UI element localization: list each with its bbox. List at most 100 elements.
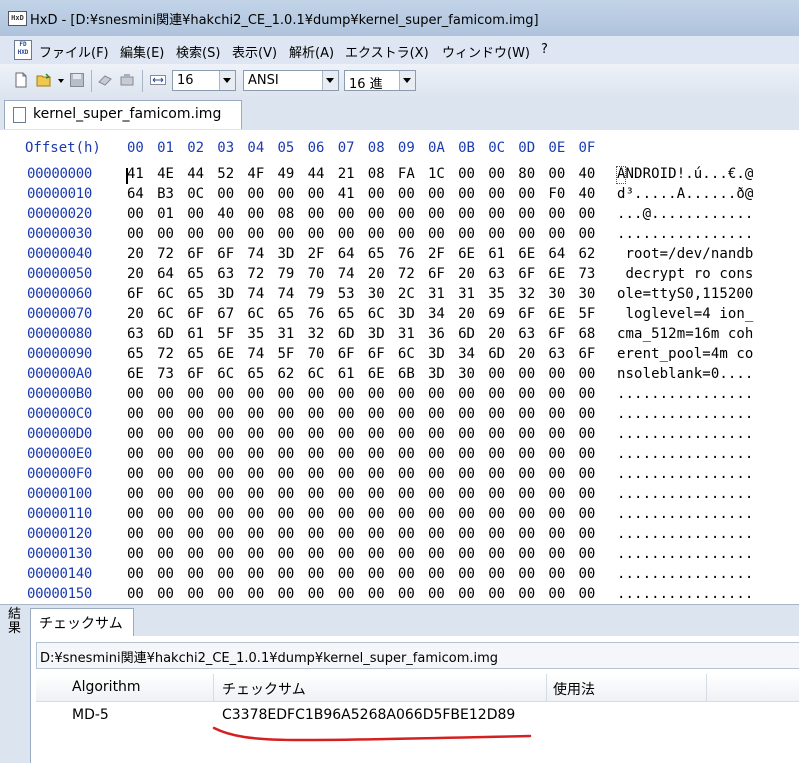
hex-byte[interactable]: 41 [338,186,355,202]
hex-byte[interactable]: 00 [217,466,234,482]
hex-byte[interactable]: 00 [308,486,325,502]
hex-byte[interactable]: 00 [308,546,325,562]
hex-byte[interactable]: 00 [368,226,385,242]
hex-byte[interactable]: 00 [458,526,475,542]
hex-row[interactable]: 00000140 00 00 00 00 00 00 00 00 00 00 00 00 00 00 00 00… [0,566,799,586]
hex-byte[interactable]: 20 [368,266,385,282]
hex-byte[interactable]: 3D [368,326,385,342]
hex-byte[interactable]: 00 [428,186,445,202]
ascii-text[interactable]: decrypt ro cons [617,266,754,282]
hex-byte[interactable]: 6E [518,246,535,262]
hex-byte[interactable]: 62 [579,246,596,262]
hex-byte[interactable]: 64 [548,246,565,262]
hex-byte[interactable]: 00 [157,406,174,422]
hex-byte[interactable]: 00 [308,506,325,522]
hex-byte[interactable]: 74 [247,286,264,302]
hex-byte[interactable]: 00 [187,506,204,522]
hex-byte[interactable]: 00 [247,406,264,422]
hex-byte[interactable]: 6E [458,246,475,262]
hex-byte[interactable]: 00 [217,506,234,522]
hex-byte[interactable]: 00 [488,186,505,202]
hex-byte[interactable]: 00 [187,406,204,422]
ascii-text[interactable]: d³.....A......ð@ [617,186,753,202]
hex-byte[interactable]: 00 [579,406,596,422]
hex-byte[interactable]: 32 [518,286,535,302]
hex-byte[interactable]: 74 [247,346,264,362]
hex-row[interactable]: 000000A0 6E 73 6F 6C 65 62 6C 61 6E 6B 3D 30 00 00 00 00… [0,366,799,386]
hex-byte[interactable]: 00 [368,506,385,522]
ascii-text[interactable]: ................ [617,446,753,462]
hex-byte[interactable]: 00 [338,566,355,582]
hex-row[interactable]: 00000150 00 00 00 00 00 00 00 00 00 00 00 00 00 00 00 00… [0,586,799,606]
hex-byte[interactable]: 00 [368,486,385,502]
hex-byte[interactable]: 67 [217,306,234,322]
hex-byte[interactable]: 00 [548,426,565,442]
hex-byte[interactable]: 31 [278,326,295,342]
column-checksum[interactable]: チェックサム [222,679,306,699]
hex-byte[interactable]: 00 [398,226,415,242]
hex-byte[interactable]: 00 [127,566,144,582]
hex-byte[interactable]: 00 [217,486,234,502]
hex-byte[interactable]: 00 [398,566,415,582]
ascii-text[interactable]: ................ [617,566,753,582]
ascii-text[interactable]: ...@............ [617,206,753,222]
ascii-text[interactable]: ................ [617,546,753,562]
ascii-text[interactable]: nsoleblank=0.... [617,366,753,382]
hex-byte[interactable]: 00 [127,386,144,402]
hex-byte[interactable]: 5F [217,326,234,342]
hex-byte[interactable]: 68 [579,326,596,342]
hex-byte[interactable]: 00 [247,586,264,602]
menu-file[interactable]: ファイル(F) [39,42,109,61]
hex-byte[interactable]: 6C [157,306,174,322]
hex-byte[interactable]: 00 [548,226,565,242]
hex-byte[interactable]: 00 [308,206,325,222]
hex-byte[interactable]: 00 [518,366,535,382]
hex-byte[interactable]: 00 [488,466,505,482]
hex-byte[interactable]: 00 [338,526,355,542]
chevron-down-icon[interactable] [219,71,235,90]
hex-byte[interactable]: 00 [488,206,505,222]
hex-byte[interactable]: 70 [308,346,325,362]
hex-byte[interactable]: 00 [428,546,445,562]
hex-byte[interactable]: 31 [428,286,445,302]
hex-byte[interactable]: 6E [127,366,144,382]
hex-byte[interactable]: 6F [518,306,535,322]
hex-byte[interactable]: 00 [368,566,385,582]
hex-byte[interactable]: 72 [157,346,174,362]
hex-byte[interactable]: 00 [308,226,325,242]
column-algorithm[interactable]: Algorithm [72,679,141,695]
hex-byte[interactable]: 00 [488,426,505,442]
hex-byte[interactable]: 00 [579,546,596,562]
hex-byte[interactable]: 70 [308,266,325,282]
hex-byte[interactable]: 00 [338,206,355,222]
hex-byte[interactable]: 00 [187,446,204,462]
hex-row[interactable]: 000000E0 00 00 00 00 00 00 00 00 00 00 00 00 00 00 00 00… [0,446,799,466]
hex-byte[interactable]: 00 [428,526,445,542]
ram-icon[interactable] [119,72,135,88]
hex-row[interactable]: 00000060 6F 6C 65 3D 74 74 79 53 30 2C 31 31 35 32 30 30… [0,286,799,306]
hex-byte[interactable]: 00 [127,206,144,222]
hex-byte[interactable]: 00 [187,386,204,402]
hex-byte[interactable]: 00 [308,526,325,542]
hex-row[interactable]: 00000070 20 6C 6F 67 6C 65 76 65 6C 3D 34 20 69 6F 6E 5F… [0,306,799,326]
hex-byte[interactable]: 00 [217,546,234,562]
ascii-text[interactable]: ................ [617,386,753,402]
hex-byte[interactable]: 6E [217,346,234,362]
hex-byte[interactable]: 00 [368,526,385,542]
hex-byte[interactable]: 00 [278,186,295,202]
hex-byte[interactable]: 6D [157,326,174,342]
hex-byte[interactable]: 80 [518,166,535,182]
hex-byte[interactable]: 00 [157,386,174,402]
hex-byte[interactable]: 63 [548,346,565,362]
hex-byte[interactable]: 6C [308,366,325,382]
hex-byte[interactable]: 00 [488,526,505,542]
hex-row[interactable]: 00000100 00 00 00 00 00 00 00 00 00 00 00 00 00 00 00 00… [0,486,799,506]
hex-byte[interactable]: 20 [488,326,505,342]
hex-byte[interactable]: 00 [458,486,475,502]
document-tab[interactable]: kernel_super_famicom.img [4,100,242,129]
hex-byte[interactable]: 00 [518,446,535,462]
hex-byte[interactable]: 00 [458,466,475,482]
hex-byte[interactable]: 6C [247,306,264,322]
hex-byte[interactable]: 00 [548,406,565,422]
hex-byte[interactable]: 31 [458,286,475,302]
